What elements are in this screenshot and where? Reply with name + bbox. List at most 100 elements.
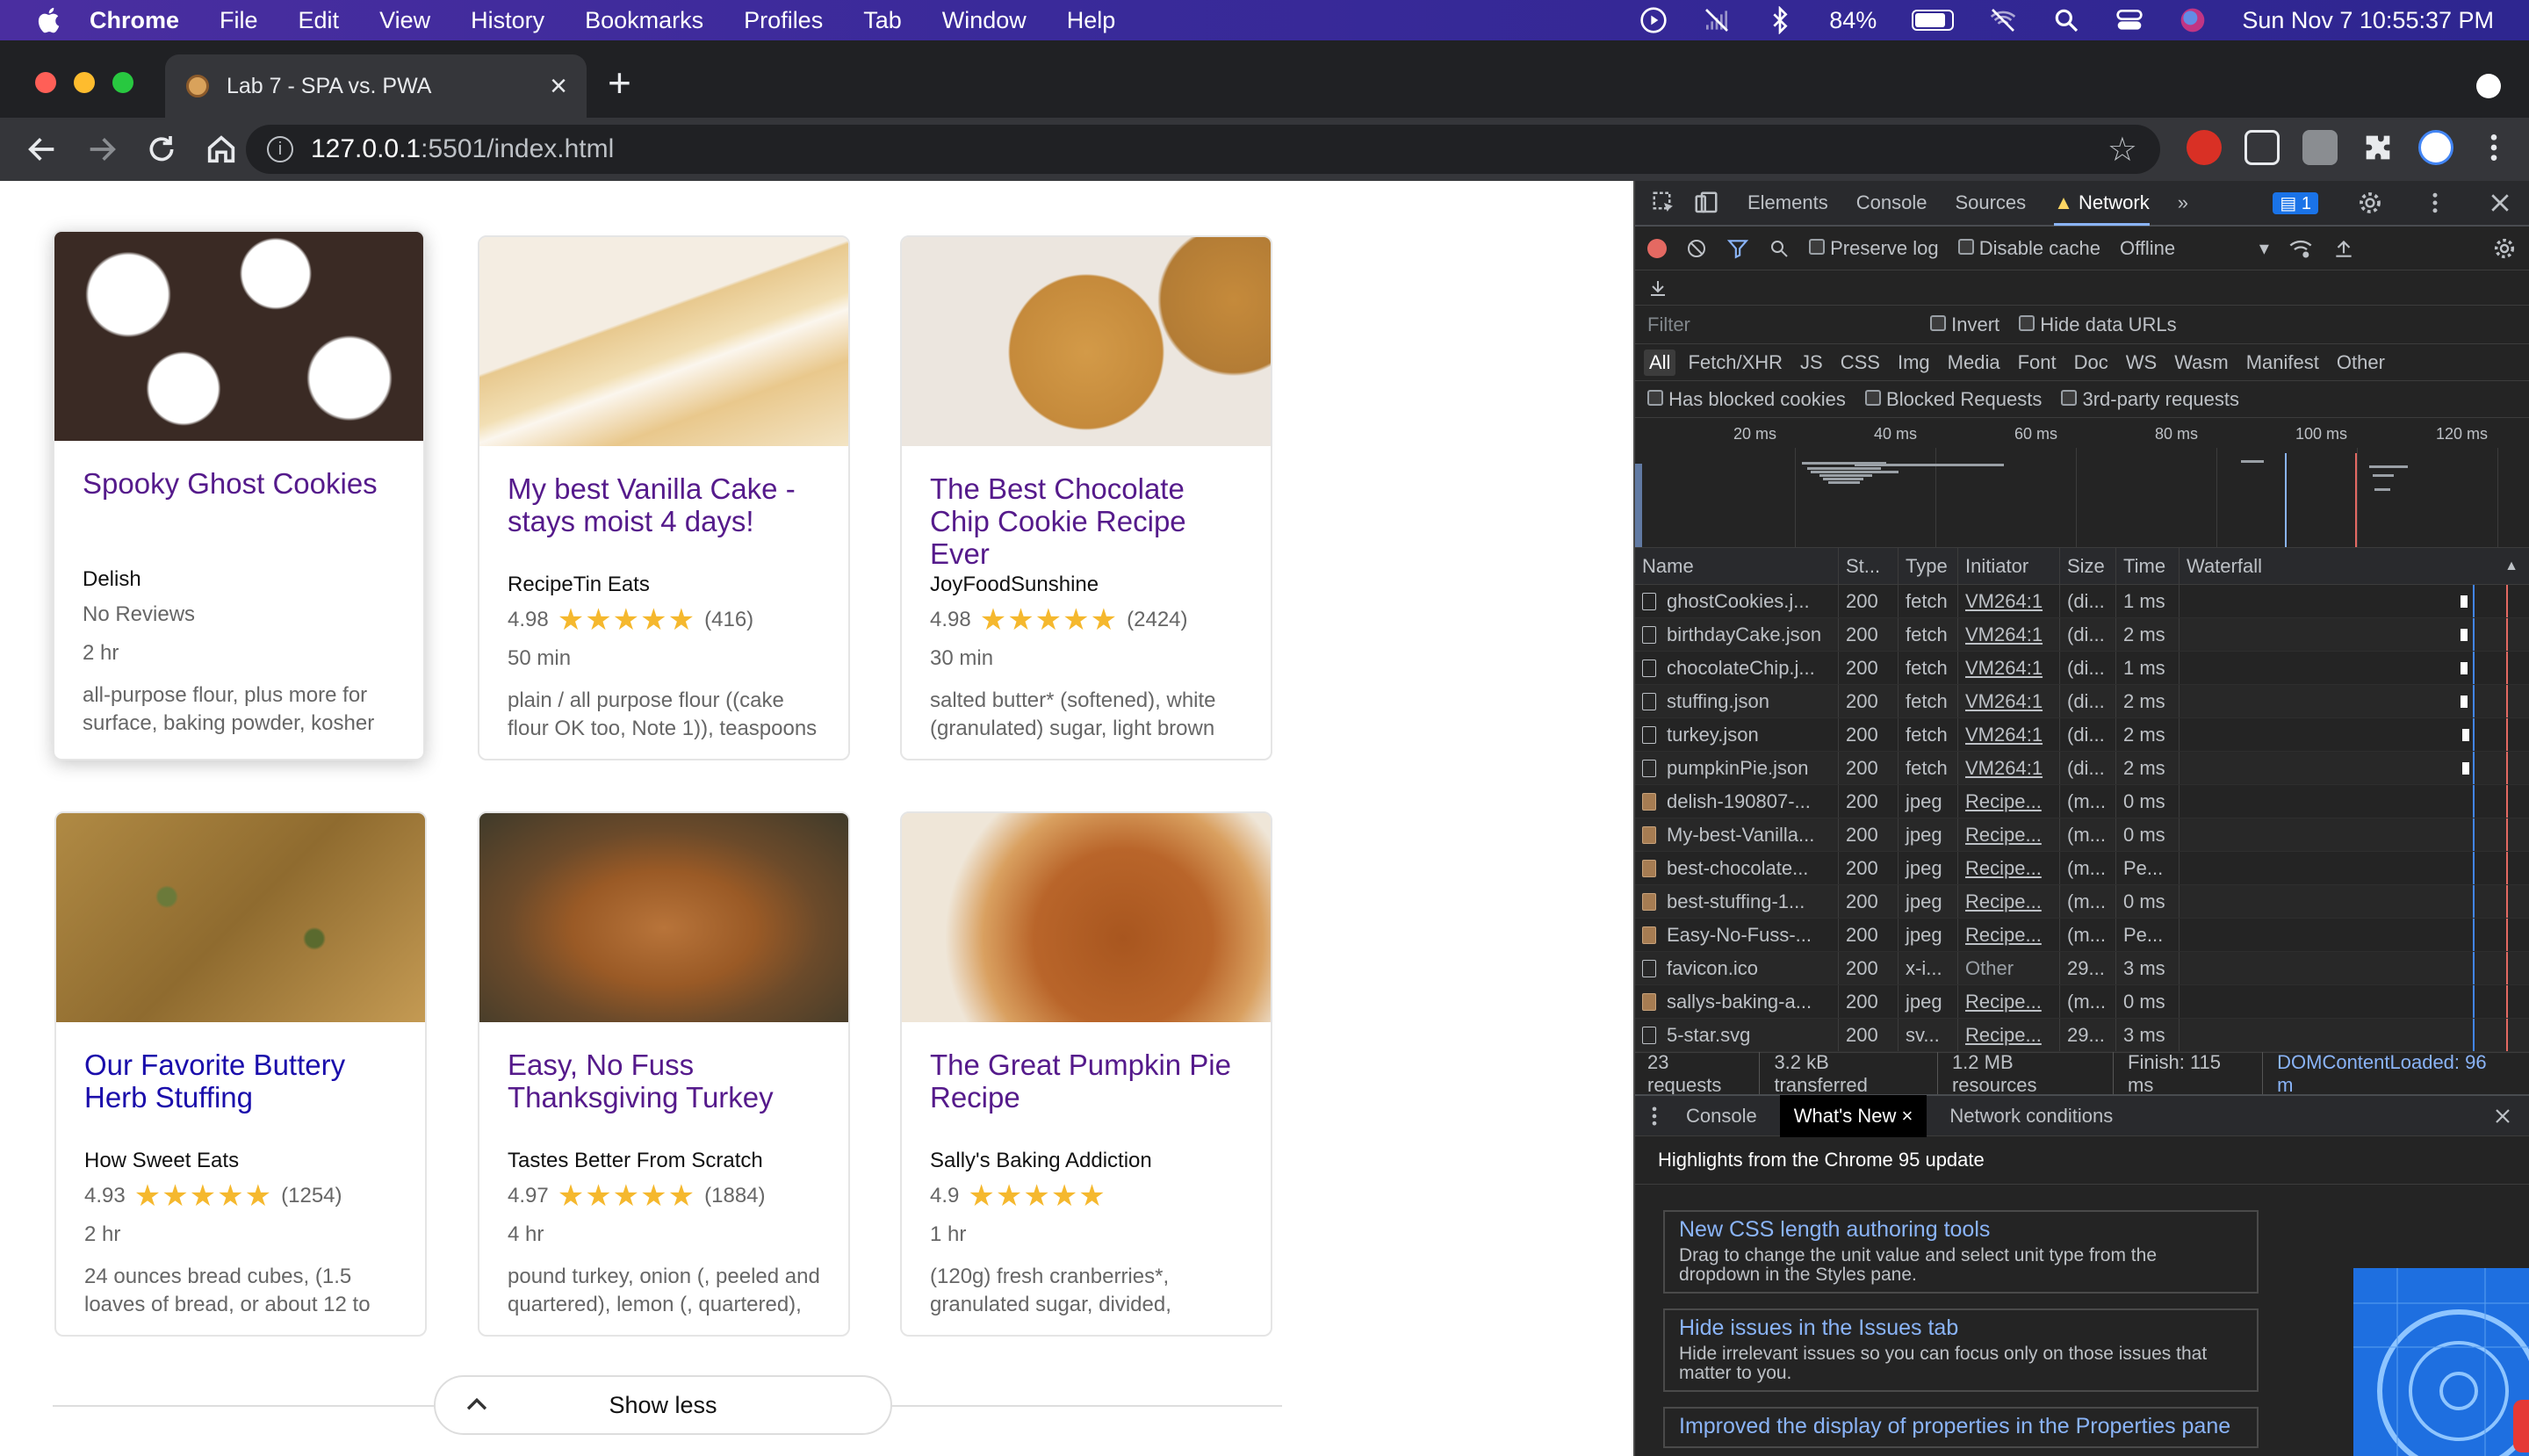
column-header-name[interactable]: Name — [1635, 548, 1839, 584]
initiator-link[interactable]: Recipe... — [1965, 790, 2042, 813]
network-settings-icon[interactable] — [2492, 236, 2517, 261]
hide-data-urls-checkbox[interactable] — [2019, 314, 2035, 331]
grey-extension-icon[interactable] — [2302, 130, 2338, 165]
type-filter-wasm[interactable]: Wasm — [2169, 350, 2234, 376]
blocked-requests-option[interactable]: Blocked Requests — [1864, 388, 2042, 411]
request-row[interactable]: Easy-No-Fuss-... 200 jpeg Recipe... (m... Pe.… — [1635, 919, 2529, 952]
invert-option[interactable]: Invert — [1930, 314, 1999, 336]
type-filter-fetchxhr[interactable]: Fetch/XHR — [1682, 350, 1788, 376]
request-row[interactable]: delish-190807-... 200 jpeg Recipe... (m... 0 … — [1635, 785, 2529, 818]
request-row[interactable]: best-chocolate... 200 jpeg Recipe... (m... Pe… — [1635, 852, 2529, 885]
hide-data-urls-option[interactable]: Hide data URLs — [2019, 314, 2177, 336]
drawer-tab-console[interactable]: Console — [1672, 1095, 1771, 1137]
initiator-link[interactable]: Recipe... — [1965, 991, 2042, 1013]
apple-icon[interactable] — [35, 5, 65, 35]
recipe-title[interactable]: Spooky Ghost Cookies — [83, 467, 395, 550]
zoom-window-button[interactable] — [112, 72, 133, 93]
muted-signal-icon[interactable] — [1703, 6, 1731, 34]
request-row[interactable]: favicon.ico 200 x-i... Other 29... 3 ms — [1635, 952, 2529, 985]
third-party-checkbox[interactable] — [2061, 389, 2078, 406]
new-tab-button[interactable]: + — [608, 62, 631, 103]
address-bar[interactable]: i 127.0.0.1 :5501/index.html ☆ — [246, 125, 2160, 174]
settings-gear-icon[interactable] — [2357, 190, 2383, 216]
request-initiator[interactable]: Recipe... — [1958, 885, 2060, 918]
whats-new-title[interactable]: Improved the display of properties in th… — [1679, 1414, 2243, 1439]
close-devtools-icon[interactable] — [2487, 190, 2513, 216]
request-row[interactable]: stuffing.json 200 fetch VM264:1 (di... 2 ms — [1635, 685, 2529, 718]
more-menu-icon[interactable] — [2476, 130, 2511, 165]
drawer-tab-network-conditions[interactable]: Network conditions — [1935, 1095, 2127, 1137]
initiator-link[interactable]: Recipe... — [1965, 890, 2042, 913]
siri-icon[interactable] — [2179, 6, 2207, 34]
tab-sources[interactable]: Sources — [1955, 191, 2026, 214]
recipe-title[interactable]: The Great Pumpkin Pie Recipe — [930, 1049, 1243, 1131]
type-filter-js[interactable]: JS — [1795, 350, 1828, 376]
type-filter-manifest[interactable]: Manifest — [2241, 350, 2324, 376]
whats-new-card[interactable]: New CSS length authoring tools Drag to c… — [1663, 1210, 2259, 1294]
request-initiator[interactable]: Recipe... — [1958, 852, 2060, 884]
third-party-option[interactable]: 3rd-party requests — [2061, 388, 2239, 411]
column-header-type[interactable]: Type — [1899, 548, 1958, 584]
column-header-initiator[interactable]: Initiator — [1958, 548, 2060, 584]
recipe-title[interactable]: Our Favorite Buttery Herb Stuffing — [84, 1049, 397, 1131]
initiator-link[interactable]: VM264:1 — [1965, 724, 2043, 746]
request-initiator[interactable]: VM264:1 — [1958, 652, 2060, 684]
request-initiator[interactable]: VM264:1 — [1958, 685, 2060, 717]
drawer-menu-icon[interactable] — [1646, 1104, 1663, 1128]
type-filter-ws[interactable]: WS — [2121, 350, 2162, 376]
kebab-menu-icon[interactable] — [2422, 190, 2448, 216]
inspect-element-icon[interactable] — [1651, 190, 1677, 216]
recipe-title[interactable]: Easy, No Fuss Thanksgiving Turkey — [508, 1049, 820, 1131]
tab-network[interactable]: ▲ Network — [2054, 180, 2150, 226]
spotlight-search-icon[interactable] — [2052, 6, 2080, 34]
export-har-icon[interactable] — [1647, 278, 1668, 299]
type-filter-media[interactable]: Media — [1942, 350, 2006, 376]
recipe-image[interactable] — [54, 232, 423, 441]
clear-icon[interactable] — [1686, 238, 1707, 259]
request-row[interactable]: best-stuffing-1... 200 jpeg Recipe... (m... 0… — [1635, 885, 2529, 919]
battery-icon[interactable] — [1912, 10, 1955, 31]
recipe-card[interactable]: The Great Pumpkin Pie Recipe Sally's Baki… — [900, 811, 1272, 1337]
whats-new-card[interactable]: Improved the display of properties in th… — [1663, 1407, 2259, 1448]
request-row[interactable]: ghostCookies.j... 200 fetch VM264:1 (di... 1 … — [1635, 585, 2529, 618]
wifi-off-icon[interactable] — [1989, 6, 2017, 34]
tab-close-icon[interactable]: × — [550, 69, 567, 104]
request-initiator[interactable]: Recipe... — [1958, 818, 2060, 851]
network-conditions-icon[interactable] — [2288, 236, 2313, 261]
show-less-button[interactable]: Show less — [434, 1375, 892, 1435]
column-header-size[interactable]: Size — [2060, 548, 2116, 584]
type-filter-other[interactable]: Other — [2331, 350, 2390, 376]
recipe-title[interactable]: The Best Chocolate Chip Cookie Recipe Ev… — [930, 472, 1243, 570]
bluetooth-icon[interactable] — [1766, 6, 1794, 34]
recipe-title[interactable]: My best Vanilla Cake - stays moist 4 day… — [508, 472, 820, 555]
request-row[interactable]: turkey.json 200 fetch VM264:1 (di... 2 ms — [1635, 718, 2529, 752]
whats-new-title[interactable]: New CSS length authoring tools — [1679, 1217, 2243, 1243]
request-row[interactable]: chocolateChip.j... 200 fetch VM264:1 (di... 1… — [1635, 652, 2529, 685]
clock[interactable]: Sun Nov 7 10:55:37 PM — [2242, 7, 2494, 34]
recipe-image[interactable] — [479, 813, 848, 1022]
menu-file[interactable]: File — [220, 7, 258, 34]
forward-icon[interactable] — [84, 132, 119, 167]
adblock-extension-icon[interactable] — [2187, 130, 2222, 165]
menu-window[interactable]: Window — [942, 7, 1027, 34]
reload-icon[interactable] — [144, 132, 179, 167]
puzzle-extensions-icon[interactable] — [2360, 130, 2396, 165]
window-extension-icon[interactable] — [2244, 130, 2280, 165]
recipe-card[interactable]: Our Favorite Buttery Herb Stuffing How Sw… — [54, 811, 427, 1337]
issues-badge[interactable]: ▤ 1 — [2273, 191, 2318, 214]
initiator-link[interactable]: VM264:1 — [1965, 690, 2043, 713]
type-filter-css[interactable]: CSS — [1835, 350, 1885, 376]
filter-input[interactable]: Filter — [1647, 314, 1911, 336]
whats-new-card[interactable]: Hide issues in the Issues tab Hide irrel… — [1663, 1308, 2259, 1392]
recipe-card[interactable]: Spooky Ghost Cookies Delish No Reviews 2 hr… — [53, 230, 425, 760]
has-blocked-cookies-option[interactable]: Has blocked cookies — [1647, 388, 1846, 411]
close-window-button[interactable] — [35, 72, 56, 93]
initiator-link[interactable]: VM264:1 — [1965, 657, 2043, 680]
request-initiator[interactable]: Recipe... — [1958, 919, 2060, 951]
menu-tab[interactable]: Tab — [863, 7, 902, 34]
request-row[interactable]: sallys-baking-a... 200 jpeg Recipe... (m... 0… — [1635, 985, 2529, 1019]
search-icon[interactable] — [1769, 238, 1790, 259]
initiator-link[interactable]: VM264:1 — [1965, 590, 2043, 613]
recipe-image[interactable] — [479, 237, 848, 446]
whats-new-title[interactable]: Hide issues in the Issues tab — [1679, 1315, 2243, 1341]
